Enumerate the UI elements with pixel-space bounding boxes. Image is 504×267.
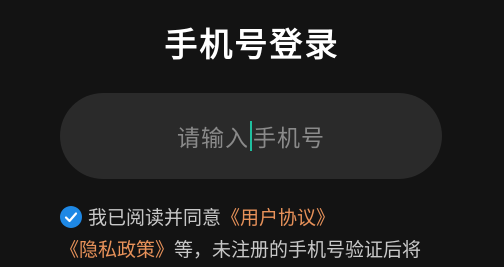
text-caret <box>250 121 252 151</box>
agreement-text: 我已阅读并同意《用户协议》 《隐私政策》等，未注册的手机号验证后将 <box>60 202 452 266</box>
placeholder-text-end: 手机号 <box>253 126 325 152</box>
agreement-prefix: 我已阅读并同意 <box>88 207 222 229</box>
placeholder-text-start: 请输入 <box>177 126 249 152</box>
page-title: 手机号登录 <box>164 25 340 64</box>
privacy-policy-link[interactable]: 《隐私政策》 <box>60 239 174 261</box>
user-agreement-link[interactable]: 《用户协议》 <box>221 207 335 229</box>
phone-number-input[interactable]: 请输入 手机号 <box>60 93 442 179</box>
phone-input-placeholder: 请输入 手机号 <box>177 119 325 153</box>
agreement-suffix: 等，未注册的手机号验证后将 <box>174 239 422 261</box>
check-circle-icon <box>60 206 82 228</box>
agree-checkbox[interactable] <box>60 206 82 228</box>
